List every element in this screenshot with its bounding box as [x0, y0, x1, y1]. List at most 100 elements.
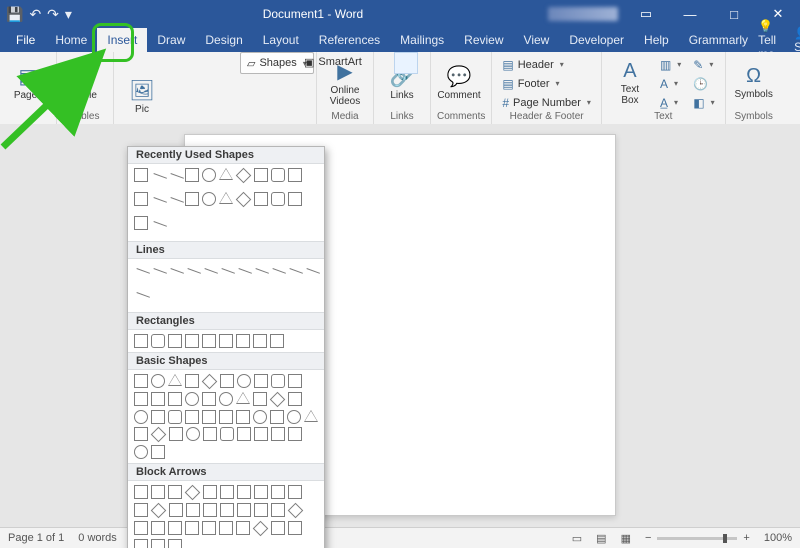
- tab-grammarly[interactable]: Grammarly: [679, 28, 758, 52]
- shape-item[interactable]: [149, 268, 167, 286]
- shape-item[interactable]: [236, 521, 250, 535]
- zoom-slider[interactable]: − +: [645, 532, 750, 544]
- shape-item[interactable]: [151, 410, 165, 424]
- shape-item[interactable]: [202, 521, 216, 535]
- shape-item[interactable]: [134, 374, 148, 388]
- shape-item[interactable]: [219, 410, 233, 424]
- shape-item[interactable]: [168, 410, 182, 424]
- shape-item[interactable]: [251, 268, 269, 286]
- shape-item[interactable]: [185, 410, 199, 424]
- shape-item[interactable]: [169, 503, 183, 517]
- shape-item[interactable]: [271, 485, 285, 499]
- symbols-button[interactable]: Ω Symbols: [732, 56, 776, 110]
- tab-insert[interactable]: Insert: [97, 28, 147, 52]
- shape-item[interactable]: [149, 221, 167, 239]
- shape-item[interactable]: [203, 485, 217, 499]
- minimize-button[interactable]: —: [668, 0, 712, 28]
- drop-cap-button[interactable]: A̲▾: [656, 94, 685, 111]
- shape-item[interactable]: [237, 374, 251, 388]
- shape-item[interactable]: [254, 192, 268, 206]
- shape-item[interactable]: [287, 410, 301, 424]
- maximize-button[interactable]: □: [712, 0, 756, 28]
- shape-item[interactable]: [234, 268, 252, 286]
- shape-item[interactable]: [271, 427, 285, 441]
- shape-item[interactable]: [288, 374, 302, 388]
- shape-item[interactable]: [134, 392, 148, 406]
- table-button[interactable]: ▦ Table: [63, 56, 107, 110]
- shape-item[interactable]: [202, 392, 216, 406]
- shape-item[interactable]: [134, 539, 148, 548]
- shape-item[interactable]: [166, 197, 184, 215]
- shape-item[interactable]: [254, 427, 268, 441]
- shape-item[interactable]: [304, 410, 318, 422]
- status-page[interactable]: Page 1 of 1: [8, 532, 64, 544]
- shape-item[interactable]: [203, 427, 217, 441]
- signature-line-button[interactable]: ✎▾: [689, 56, 718, 73]
- shape-item[interactable]: [166, 268, 184, 286]
- shape-item[interactable]: [185, 192, 199, 206]
- shape-item[interactable]: [236, 168, 252, 184]
- shape-item[interactable]: [220, 503, 234, 517]
- status-words[interactable]: 0 words: [78, 532, 117, 544]
- shape-item[interactable]: [134, 334, 148, 348]
- shape-item[interactable]: [151, 445, 165, 459]
- shape-item[interactable]: [134, 503, 148, 517]
- view-print-button[interactable]: ▤: [596, 532, 606, 545]
- shape-item[interactable]: [271, 503, 285, 517]
- redo-icon[interactable]: ↷: [47, 6, 59, 23]
- shape-item[interactable]: [219, 168, 233, 180]
- pages-button[interactable]: ▤ Pages: [6, 56, 50, 110]
- tab-draw[interactable]: Draw: [147, 28, 195, 52]
- quick-parts-button[interactable]: ▥▾: [656, 56, 685, 73]
- shape-item[interactable]: [134, 168, 148, 182]
- qat-more-icon[interactable]: ▾: [65, 6, 72, 23]
- shape-item[interactable]: [270, 410, 284, 424]
- save-icon[interactable]: 💾: [6, 6, 23, 23]
- shape-item[interactable]: [253, 392, 267, 406]
- shape-item[interactable]: [236, 192, 252, 208]
- tab-layout[interactable]: Layout: [253, 28, 309, 52]
- shape-item[interactable]: [236, 392, 250, 404]
- object-button[interactable]: ◧▾: [689, 94, 718, 111]
- tab-file[interactable]: File: [6, 28, 45, 52]
- shape-item[interactable]: [151, 374, 165, 388]
- shape-item[interactable]: [220, 374, 234, 388]
- footer-button[interactable]: ▤Footer▾: [498, 75, 595, 92]
- shape-item[interactable]: [134, 427, 148, 441]
- account-area[interactable]: [548, 7, 618, 21]
- shape-item[interactable]: [271, 521, 285, 535]
- tab-design[interactable]: Design: [195, 28, 252, 52]
- shape-item[interactable]: [202, 410, 216, 424]
- zoom-in-icon[interactable]: +: [743, 532, 749, 544]
- shape-item[interactable]: [134, 192, 148, 206]
- shape-item[interactable]: [151, 334, 165, 348]
- shape-item[interactable]: [253, 521, 269, 537]
- shape-item[interactable]: [168, 539, 182, 548]
- shape-item[interactable]: [151, 539, 165, 548]
- shape-item[interactable]: [203, 503, 217, 517]
- shape-item[interactable]: [254, 374, 268, 388]
- shape-item[interactable]: [220, 485, 234, 499]
- shape-item[interactable]: [288, 192, 302, 206]
- shape-item[interactable]: [149, 173, 167, 191]
- shape-item[interactable]: [236, 334, 250, 348]
- comment-button[interactable]: 💬 Comment: [437, 56, 481, 110]
- shape-item[interactable]: [169, 427, 183, 441]
- shape-item[interactable]: [220, 427, 234, 441]
- tab-review[interactable]: Review: [454, 28, 513, 52]
- undo-icon[interactable]: ↶: [29, 6, 41, 23]
- shape-item[interactable]: [202, 168, 216, 182]
- text-box-button[interactable]: A Text Box: [608, 56, 652, 110]
- shape-item[interactable]: [168, 374, 182, 386]
- shape-item[interactable]: [185, 334, 199, 348]
- shape-item[interactable]: [288, 485, 302, 499]
- shape-item[interactable]: [185, 392, 199, 406]
- shape-item[interactable]: [168, 485, 182, 499]
- shape-item[interactable]: [166, 173, 184, 191]
- shape-item[interactable]: [185, 374, 199, 388]
- shape-item[interactable]: [186, 427, 200, 441]
- shape-item[interactable]: [186, 503, 200, 517]
- shape-item[interactable]: [270, 334, 284, 348]
- shape-item[interactable]: [219, 334, 233, 348]
- shape-item[interactable]: [254, 168, 268, 182]
